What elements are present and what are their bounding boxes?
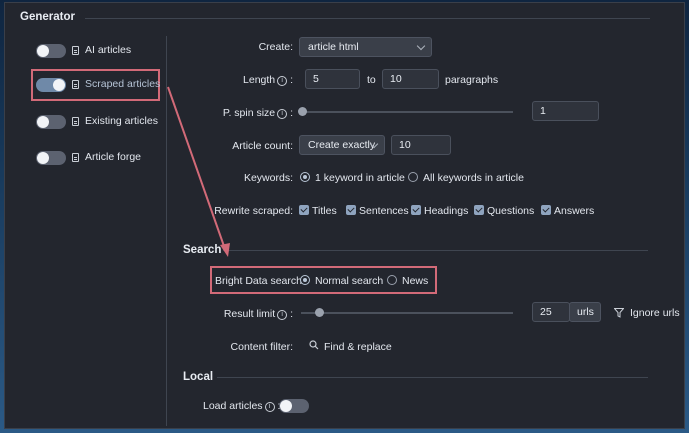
generator-panel: Generator AI articles Scraped articles E…	[4, 2, 685, 429]
annotation-arrow	[167, 86, 230, 257]
